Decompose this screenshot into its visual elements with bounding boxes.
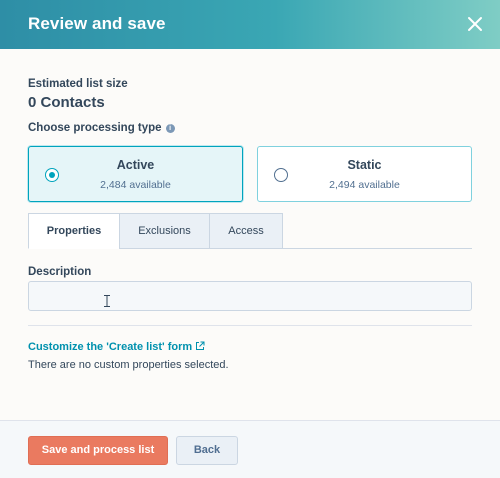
- description-input[interactable]: [28, 281, 472, 311]
- description-label: Description: [28, 266, 92, 278]
- tab-access[interactable]: Access: [209, 213, 283, 249]
- list-size-label: Estimated list size: [28, 78, 128, 90]
- modal-footer: Save and process list Back: [0, 420, 500, 478]
- back-button[interactable]: Back: [176, 436, 238, 465]
- option-title: Active: [116, 158, 155, 172]
- processing-type-label-text: Choose processing type: [28, 122, 162, 134]
- modal-title: Review and save: [28, 14, 166, 33]
- text-cursor-icon: [104, 294, 110, 307]
- save-and-process-button[interactable]: Save and process list: [28, 436, 168, 465]
- option-title: Static: [347, 158, 382, 172]
- processing-option-static[interactable]: Static 2,494 available: [257, 146, 472, 202]
- section-divider: [28, 325, 472, 326]
- processing-type-label: Choose processing type i: [28, 122, 175, 134]
- customize-form-link[interactable]: Customize the 'Create list' form: [28, 341, 205, 354]
- customize-form-link-text[interactable]: Customize the 'Create list' form: [28, 341, 192, 353]
- option-subtitle: 2,484 available: [100, 179, 171, 191]
- modal-header: Review and save: [0, 0, 500, 49]
- close-icon[interactable]: [464, 13, 486, 35]
- list-size-value: 0 Contacts: [28, 94, 105, 111]
- tab-properties[interactable]: Properties: [28, 213, 120, 249]
- tab-bar: Properties Exclusions Access: [28, 213, 472, 249]
- tab-exclusions[interactable]: Exclusions: [119, 213, 210, 249]
- processing-option-active[interactable]: Active 2,484 available: [28, 146, 243, 202]
- option-subtitle: 2,494 available: [329, 179, 400, 191]
- external-link-icon: [195, 341, 205, 354]
- info-icon[interactable]: i: [165, 124, 175, 133]
- custom-properties-empty-text: There are no custom properties selected.: [28, 359, 229, 371]
